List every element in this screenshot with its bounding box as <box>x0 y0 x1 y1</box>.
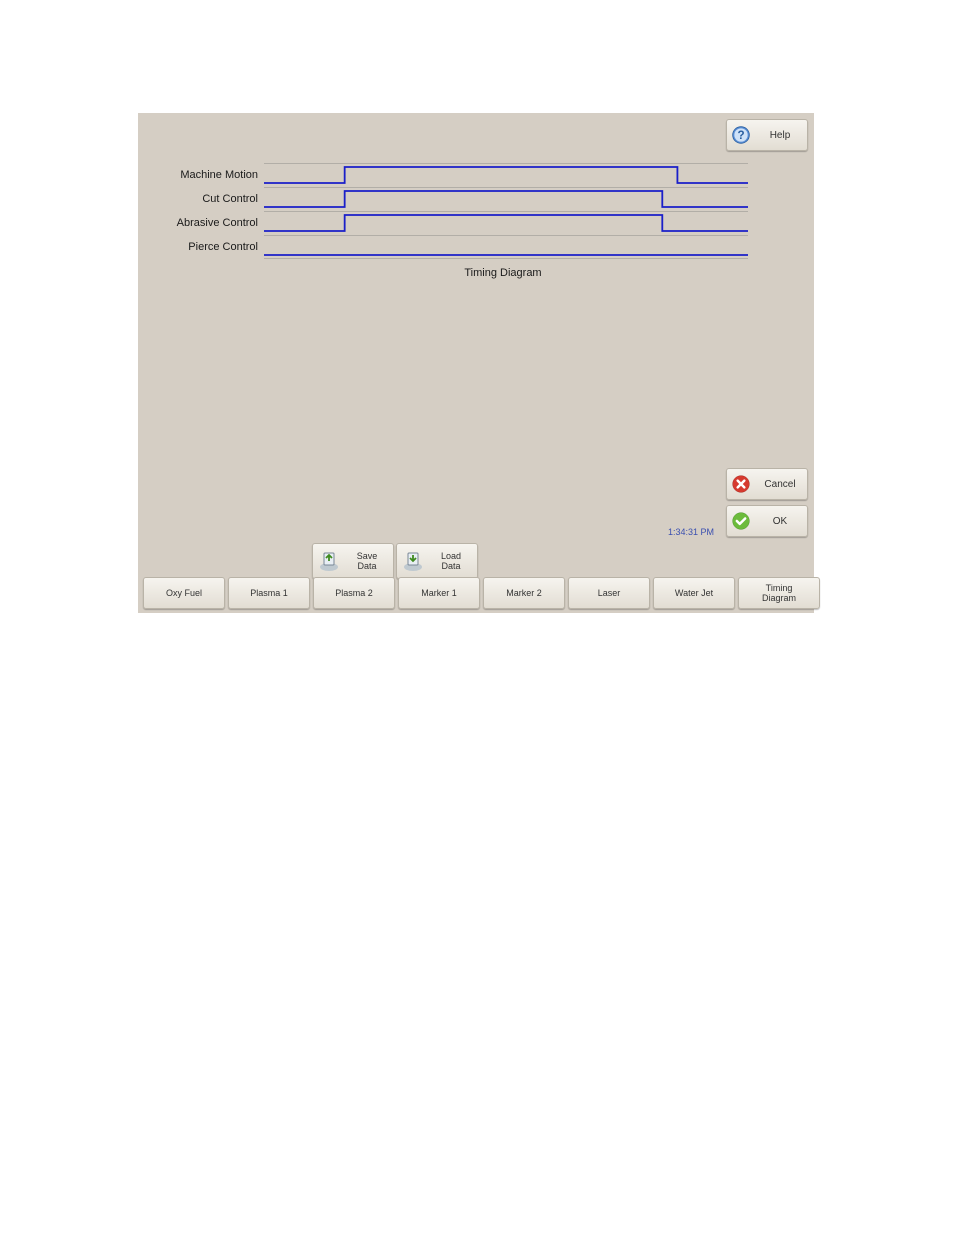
load-data-label: Load Data <box>425 551 477 571</box>
tab-plasma-1[interactable]: Plasma 1 <box>228 577 310 609</box>
signal-plot <box>264 163 748 187</box>
signal-plot <box>264 235 748 259</box>
tab-timing-diagram[interactable]: Timing Diagram <box>738 577 820 609</box>
tab-label: Plasma 1 <box>250 588 288 598</box>
tab-label: Water Jet <box>675 588 713 598</box>
timing-diagram: Machine Motion Cut Control <box>158 163 748 279</box>
tab-label: Marker 1 <box>421 588 457 598</box>
signal-label: Cut Control <box>158 193 264 205</box>
signal-row: Abrasive Control <box>158 211 748 235</box>
signal-row: Cut Control <box>158 187 748 211</box>
app-window: ? Help Cancel OK <box>138 113 814 613</box>
tab-label: Marker 2 <box>506 588 542 598</box>
tab-label: Oxy Fuel <box>166 588 202 598</box>
help-label: Help <box>757 130 807 141</box>
save-icon <box>317 549 341 573</box>
tab-marker-2[interactable]: Marker 2 <box>483 577 565 609</box>
signal-plot <box>264 187 748 211</box>
tab-water-jet[interactable]: Water Jet <box>653 577 735 609</box>
tab-laser[interactable]: Laser <box>568 577 650 609</box>
ok-icon <box>731 511 751 531</box>
load-icon <box>401 549 425 573</box>
load-data-button[interactable]: Load Data <box>396 543 478 579</box>
cancel-label: Cancel <box>757 479 807 490</box>
tab-label: Plasma 2 <box>335 588 373 598</box>
diagram-title: Timing Diagram <box>158 267 748 279</box>
help-button[interactable]: ? Help <box>726 119 808 151</box>
tab-plasma-2[interactable]: Plasma 2 <box>313 577 395 609</box>
signal-label: Abrasive Control <box>158 217 264 229</box>
clock: 1:34:31 PM <box>668 527 714 537</box>
signal-plot <box>264 211 748 235</box>
cancel-button[interactable]: Cancel <box>726 468 808 500</box>
save-data-label: Save Data <box>341 551 393 571</box>
tab-marker-1[interactable]: Marker 1 <box>398 577 480 609</box>
tab-bar: Oxy Fuel Plasma 1 Plasma 2 Marker 1 Mark… <box>143 577 820 609</box>
ok-button[interactable]: OK <box>726 505 808 537</box>
tab-oxy-fuel[interactable]: Oxy Fuel <box>143 577 225 609</box>
tab-label: Timing Diagram <box>762 583 796 603</box>
tab-label: Laser <box>598 588 621 598</box>
help-icon: ? <box>731 125 751 145</box>
ok-label: OK <box>757 516 807 527</box>
signal-row: Pierce Control <box>158 235 748 259</box>
cancel-icon <box>731 474 751 494</box>
svg-text:?: ? <box>737 129 744 142</box>
signal-label: Machine Motion <box>158 169 264 181</box>
save-data-button[interactable]: Save Data <box>312 543 394 579</box>
signal-label: Pierce Control <box>158 241 264 253</box>
signal-row: Machine Motion <box>158 163 748 187</box>
